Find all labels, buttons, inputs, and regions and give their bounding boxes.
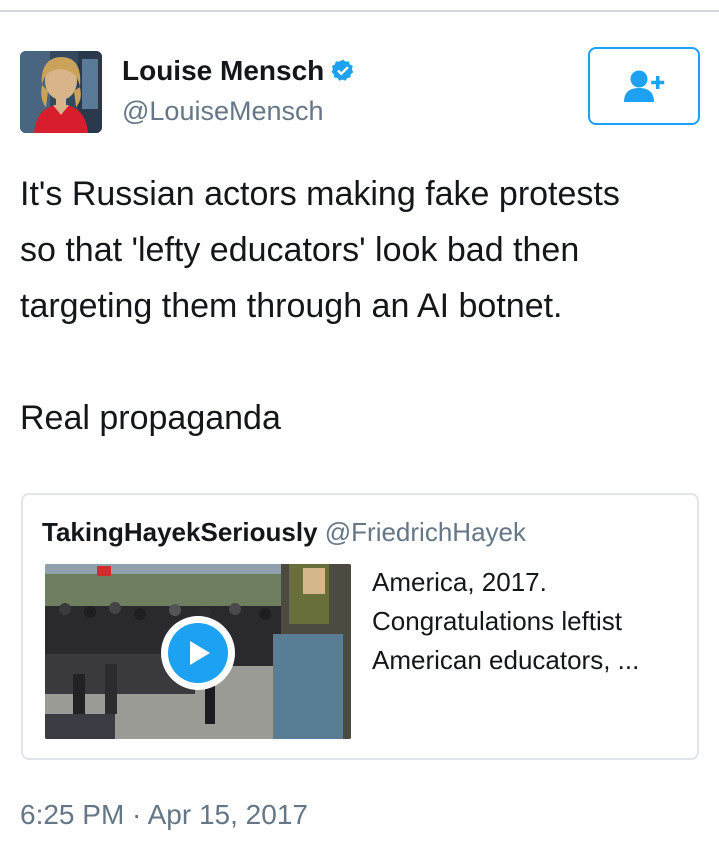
avatar[interactable]: [20, 51, 102, 133]
quoted-tweet-card[interactable]: TakingHayekSeriously @FriedrichHayek Ame…: [21, 493, 699, 760]
author-handle[interactable]: @LouiseMensch: [122, 95, 356, 127]
author-name-text[interactable]: Louise Mensch: [122, 55, 324, 87]
quoted-tweet-text: America, 2017. Congratulations leftist A…: [372, 567, 640, 675]
top-divider: [0, 10, 719, 12]
avatar-image: [20, 51, 102, 133]
verified-badge-icon: [330, 58, 356, 84]
quoted-author-name: TakingHayekSeriously: [42, 517, 318, 547]
tweet-header: Louise Mensch @LouiseMensch: [20, 47, 700, 135]
add-user-icon: [624, 70, 665, 102]
play-button[interactable]: [161, 616, 235, 690]
author-names: Louise Mensch @LouiseMensch: [122, 55, 356, 127]
quoted-tweet-video[interactable]: [45, 564, 351, 739]
tweet-timestamp[interactable]: 6:25 PM · Apr 15, 2017: [20, 797, 308, 833]
author-display-name[interactable]: Louise Mensch: [122, 55, 356, 87]
play-icon: [168, 623, 228, 683]
quoted-author-handle: @FriedrichHayek: [324, 517, 526, 547]
quoted-tweet-header: TakingHayekSeriously @FriedrichHayek: [42, 515, 526, 549]
follow-button[interactable]: [588, 47, 700, 125]
tweet-text: It's Russian actors making fake protests…: [20, 175, 620, 437]
